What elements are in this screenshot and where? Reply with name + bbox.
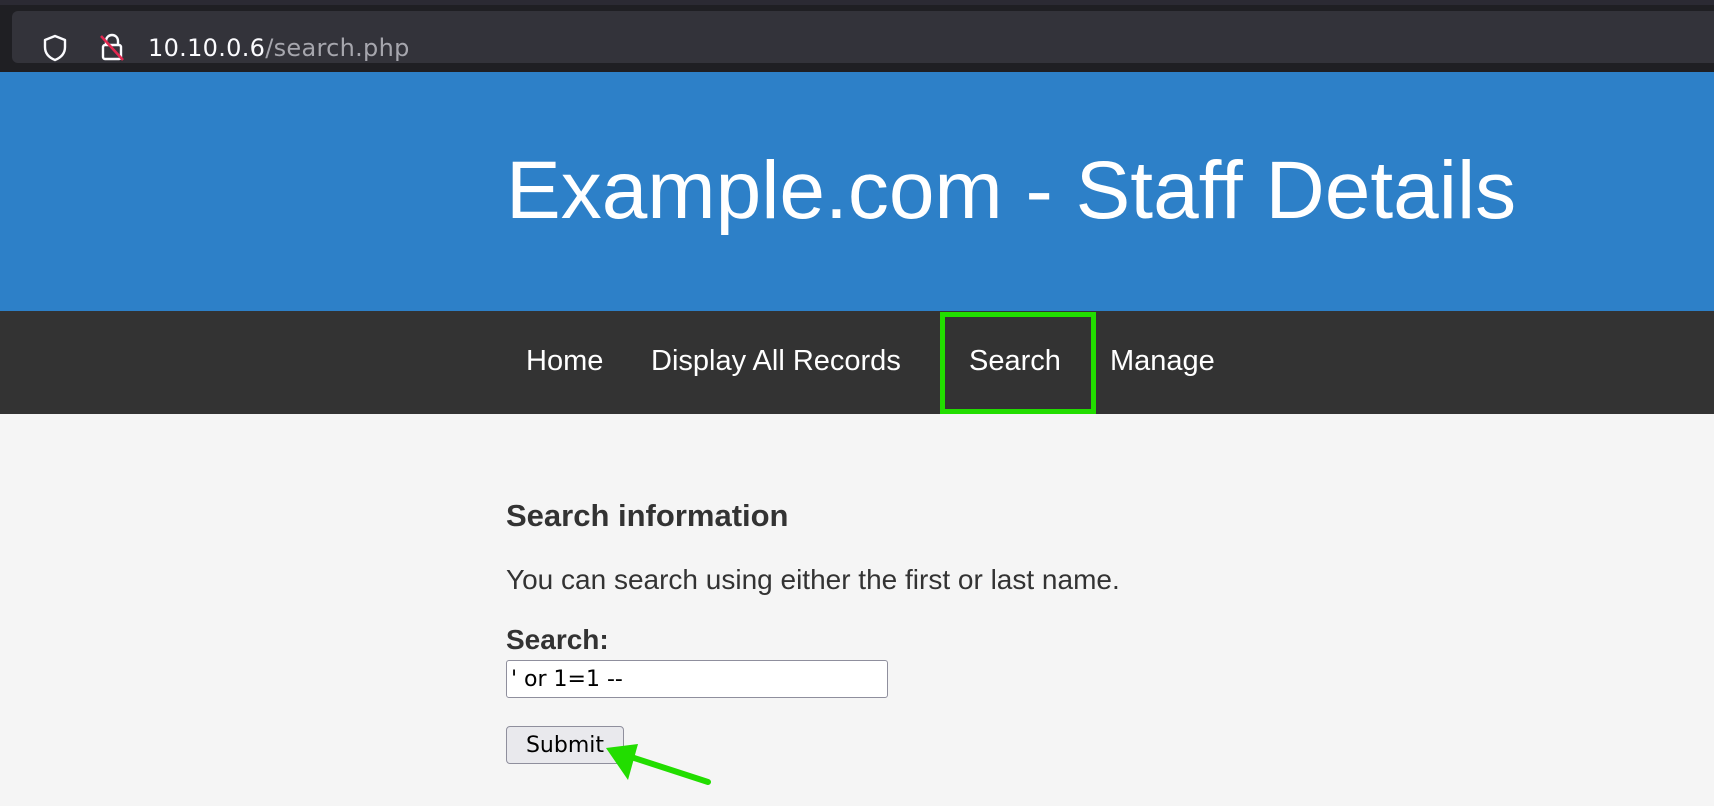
site-title: Example.com - Staff Details xyxy=(506,145,1517,236)
nav-item-display-all-records[interactable]: Display All Records xyxy=(651,311,901,414)
browser-top-edge xyxy=(0,0,1714,5)
site-banner: Example.com - Staff Details xyxy=(0,72,1714,311)
search-heading: Search information xyxy=(506,498,789,533)
insecure-lock-icon[interactable] xyxy=(96,31,128,63)
green-arrow-annotation xyxy=(606,744,711,785)
address-bar[interactable]: 10.10.0.6/search.php xyxy=(12,11,1714,63)
main-nav: Home Display All Records Search Manage xyxy=(0,311,1714,414)
shield-icon[interactable] xyxy=(40,33,70,63)
nav-item-manage[interactable]: Manage xyxy=(1110,311,1215,414)
main-content: Search information You can search using … xyxy=(0,414,1714,806)
url-host: 10.10.0.6 xyxy=(148,34,266,62)
url-text[interactable]: 10.10.0.6/search.php xyxy=(148,31,410,65)
browser-toolbar: 10.10.0.6/search.php xyxy=(0,0,1714,72)
search-input[interactable] xyxy=(506,660,888,698)
search-field-label: Search: xyxy=(506,624,609,655)
search-description: You can search using either the first or… xyxy=(506,564,1120,595)
url-path: /search.php xyxy=(265,34,410,62)
nav-item-home[interactable]: Home xyxy=(526,311,603,414)
nav-item-search[interactable]: Search xyxy=(969,311,1061,414)
